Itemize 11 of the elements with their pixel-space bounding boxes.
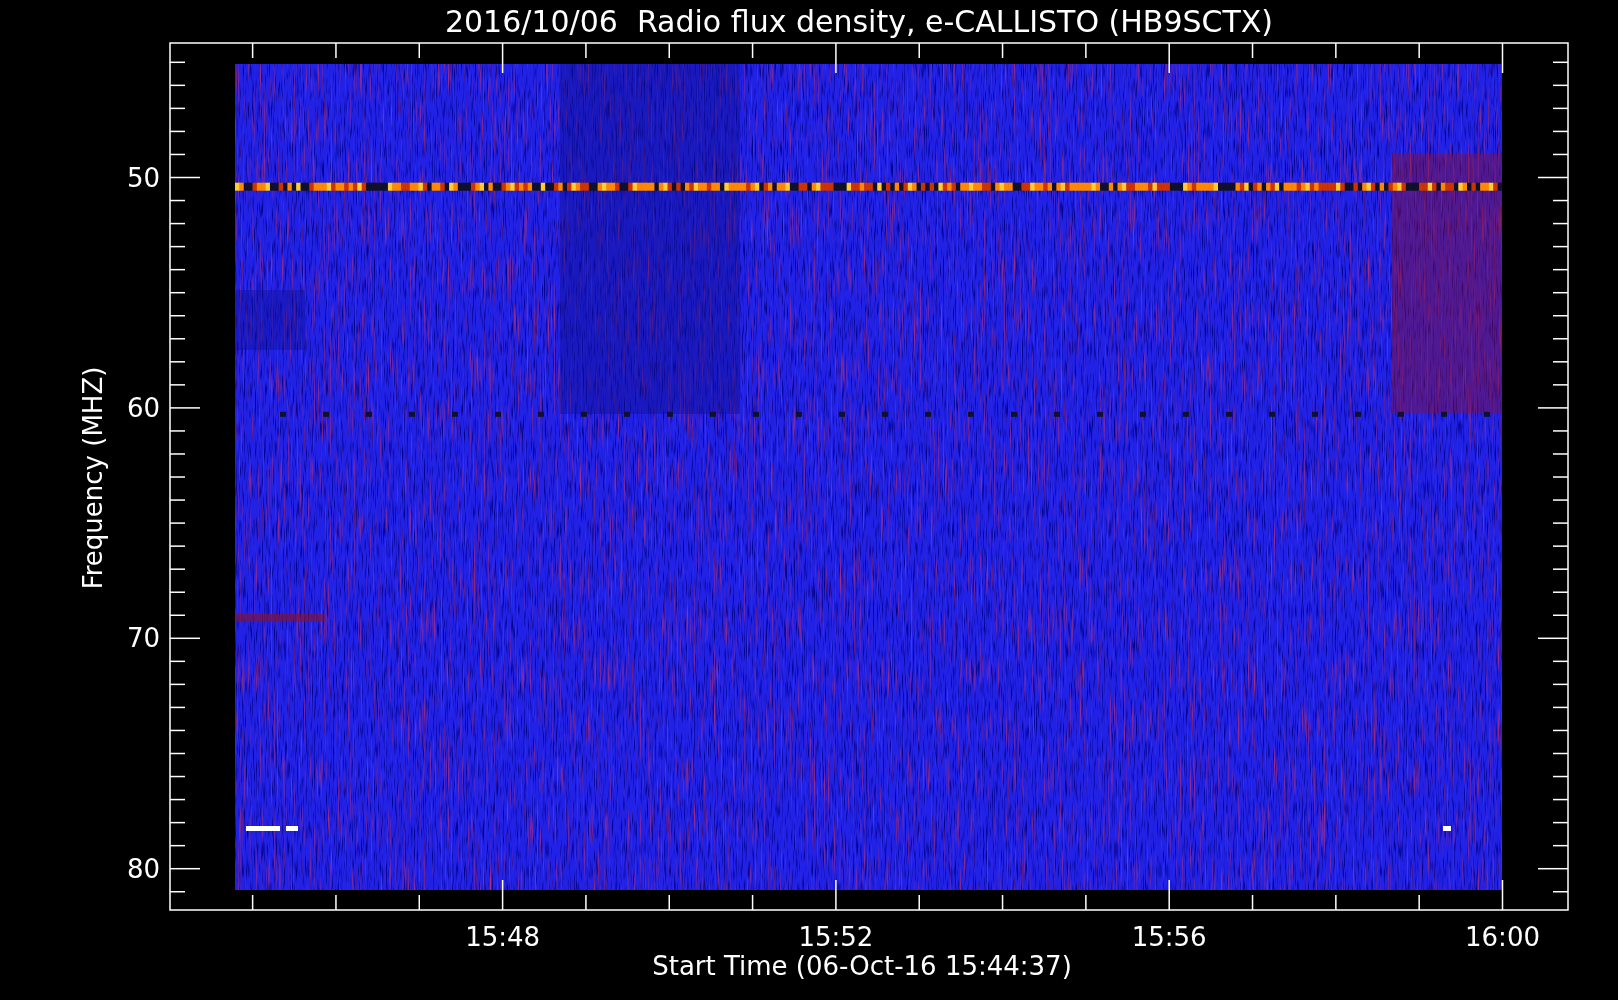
- axis-tick-label: 15:52: [798, 922, 874, 952]
- axis-tick-label: 80: [126, 853, 160, 884]
- axis-tick-label: 15:48: [465, 922, 541, 952]
- y-axis-label: Frequency (MHZ): [78, 366, 108, 590]
- axis-tick-label: 50: [126, 162, 160, 193]
- chart-title: 2016/10/06 Radio flux density, e-CALLISTO (HB9SCTX): [444, 4, 1274, 39]
- axis-tick-label: 15:56: [1131, 922, 1207, 952]
- axis-tick-label: 16:00: [1465, 922, 1540, 952]
- axis-tick-label: 60: [126, 392, 160, 423]
- x-axis-label: Start Time (06-Oct-16 15:44:37): [652, 951, 1072, 981]
- axis-tick-label: 70: [126, 623, 160, 654]
